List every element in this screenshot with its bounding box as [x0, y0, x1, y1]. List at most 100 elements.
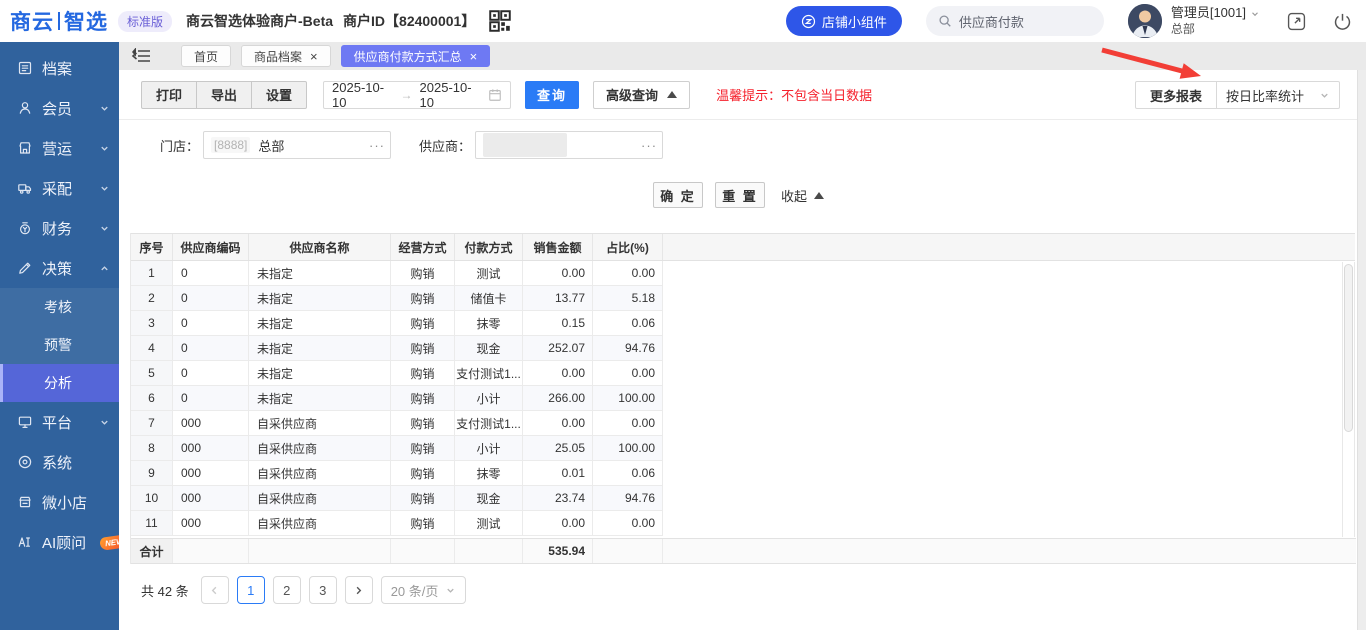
- page-button-3[interactable]: 3: [309, 576, 337, 604]
- cell: 0.00: [593, 511, 663, 535]
- cell: 购销: [391, 361, 455, 385]
- sidebar-item-label: 会员: [42, 98, 72, 119]
- main-content: 首页商品档案× 供应商付款方式汇总× 打印 导出 设置 2025-10-10 → …: [119, 42, 1366, 630]
- sidebar-item-3[interactable]: 采配: [0, 168, 119, 208]
- page-button-1[interactable]: 1: [237, 576, 265, 604]
- sidebar-item-label: 微小店: [42, 492, 87, 513]
- collapse-filters-link[interactable]: 收起: [781, 186, 824, 205]
- user-block[interactable]: 管理员[1001] 总部: [1171, 5, 1260, 36]
- tab-0[interactable]: 首页: [181, 45, 231, 67]
- cell: 未指定: [249, 336, 391, 360]
- print-button[interactable]: 打印: [141, 81, 197, 109]
- sidebar-item-9[interactable]: 平台: [0, 402, 119, 442]
- sidebar-subitem-7[interactable]: 预警: [0, 326, 119, 364]
- page-button-2[interactable]: 2: [273, 576, 301, 604]
- cell: 未指定: [249, 261, 391, 285]
- chevron-down-icon: [99, 417, 110, 428]
- table-row[interactable]: 50未指定购销支付测试1...0.000.00: [131, 361, 663, 386]
- filter-row: 门店： [8888] 总部 ··· 供应商： ···: [119, 131, 1366, 159]
- cell: 4: [131, 336, 173, 360]
- reset-button[interactable]: 重 置: [715, 182, 765, 208]
- supplier-picker-button[interactable]: ···: [636, 132, 662, 158]
- cell: 未指定: [249, 286, 391, 310]
- sidebar-item-label: 决策: [42, 258, 72, 279]
- advanced-query-button[interactable]: 高级查询: [593, 81, 690, 109]
- logo-text-right: 智选: [64, 6, 108, 36]
- total-sales: 535.94: [523, 539, 593, 563]
- sidebar-item-10[interactable]: 系统: [0, 442, 119, 482]
- sidebar-item-1[interactable]: 会员: [0, 88, 119, 128]
- table-row[interactable]: 40未指定购销现金252.0794.76: [131, 336, 663, 361]
- table-scrollbar-thumb[interactable]: [1344, 264, 1353, 432]
- total-cell: [173, 539, 249, 563]
- table-scrollbar[interactable]: [1342, 262, 1355, 537]
- table-row[interactable]: 10未指定购销测试0.000.00: [131, 261, 663, 286]
- cell: 自采供应商: [249, 486, 391, 510]
- sidebar-item-12[interactable]: AI顾问NEW: [0, 522, 119, 562]
- user-org: 总部: [1171, 22, 1260, 37]
- settings-button[interactable]: 设置: [251, 81, 307, 109]
- next-page-button[interactable]: [345, 576, 373, 604]
- export-button[interactable]: 导出: [196, 81, 252, 109]
- cell: 购销: [391, 261, 455, 285]
- supplier-filter-input[interactable]: ···: [475, 131, 663, 159]
- table-row[interactable]: 30未指定购销抹零0.150.06: [131, 311, 663, 336]
- store-filter-input[interactable]: [8888] 总部 ···: [203, 131, 391, 159]
- logo-text-left: 商云: [10, 6, 54, 36]
- table-row[interactable]: 7000自采供应商购销支付测试1...0.000.00: [131, 411, 663, 436]
- tab-2[interactable]: 供应商付款方式汇总×: [341, 45, 491, 67]
- date-to[interactable]: 2025-10-10: [420, 80, 482, 110]
- supplier-filter-label: 供应商：: [419, 136, 471, 155]
- sidebar-item-4[interactable]: 财务: [0, 208, 119, 248]
- qr-code-icon[interactable]: [489, 10, 511, 32]
- decision-icon: [17, 260, 33, 276]
- table-row[interactable]: 60未指定购销小计266.00100.00: [131, 386, 663, 411]
- cell: 0.00: [593, 411, 663, 435]
- table-row[interactable]: 9000自采供应商购销抹零0.010.06: [131, 461, 663, 486]
- sidebar-item-11[interactable]: 微小店: [0, 482, 119, 522]
- cell: 购销: [391, 311, 455, 335]
- cell: 0.00: [593, 361, 663, 385]
- cell: 小计: [455, 386, 523, 410]
- page-size-select[interactable]: 20 条/页: [381, 576, 467, 604]
- logout-power-icon[interactable]: [1333, 12, 1352, 31]
- date-from[interactable]: 2025-10-10: [332, 80, 394, 110]
- sidebar-item-0[interactable]: 档案: [0, 48, 119, 88]
- finance-icon: [17, 220, 33, 236]
- table-row[interactable]: 20未指定购销储值卡13.775.18: [131, 286, 663, 311]
- page-scrollbar-track[interactable]: [1357, 70, 1366, 630]
- global-search-input[interactable]: 供应商付款: [926, 6, 1104, 36]
- more-reports-button[interactable]: 更多报表: [1135, 81, 1217, 109]
- sidebar-item-2[interactable]: 营运: [0, 128, 119, 168]
- table-row[interactable]: 11000自采供应商购销测试0.000.00: [131, 511, 663, 536]
- report-group: 更多报表 按日比率统计: [1135, 81, 1340, 109]
- cell: 000: [173, 411, 249, 435]
- date-range-picker[interactable]: 2025-10-10 → 2025-10-10: [323, 81, 511, 109]
- chevron-down-icon: [99, 143, 110, 154]
- sidebar-item-5[interactable]: 决策: [0, 248, 119, 288]
- table-row[interactable]: 8000自采供应商购销小计25.05100.00: [131, 436, 663, 461]
- notice-text: 温馨提示：不包含当日数据: [716, 85, 872, 104]
- shop-widget-button[interactable]: 店铺小组件: [786, 6, 902, 36]
- store-picker-button[interactable]: ···: [364, 132, 390, 158]
- avatar[interactable]: [1128, 4, 1162, 38]
- cell: 测试: [455, 511, 523, 535]
- operation-icon: [17, 140, 33, 156]
- sidebar-subitem-8[interactable]: 分析: [0, 364, 119, 402]
- total-row-filler: [663, 539, 1356, 563]
- close-icon[interactable]: ×: [310, 50, 318, 63]
- confirm-button[interactable]: 确 定: [653, 182, 703, 208]
- report-type-select[interactable]: 按日比率统计: [1216, 81, 1340, 109]
- table-row[interactable]: 10000自采供应商购销现金23.7494.76: [131, 486, 663, 511]
- page-buttons: 123: [237, 576, 337, 604]
- sidebar-collapse-icon[interactable]: [131, 48, 151, 64]
- cell: 0: [173, 261, 249, 285]
- fullscreen-icon[interactable]: [1287, 12, 1306, 31]
- sidebar-subitem-6[interactable]: 考核: [0, 288, 119, 326]
- sidebar-item-label: 档案: [42, 58, 72, 79]
- query-button[interactable]: 查询: [525, 81, 579, 109]
- prev-page-button[interactable]: [201, 576, 229, 604]
- sidebar-item-label: 平台: [42, 412, 72, 433]
- tab-1[interactable]: 商品档案×: [241, 45, 331, 67]
- close-icon[interactable]: ×: [470, 50, 478, 63]
